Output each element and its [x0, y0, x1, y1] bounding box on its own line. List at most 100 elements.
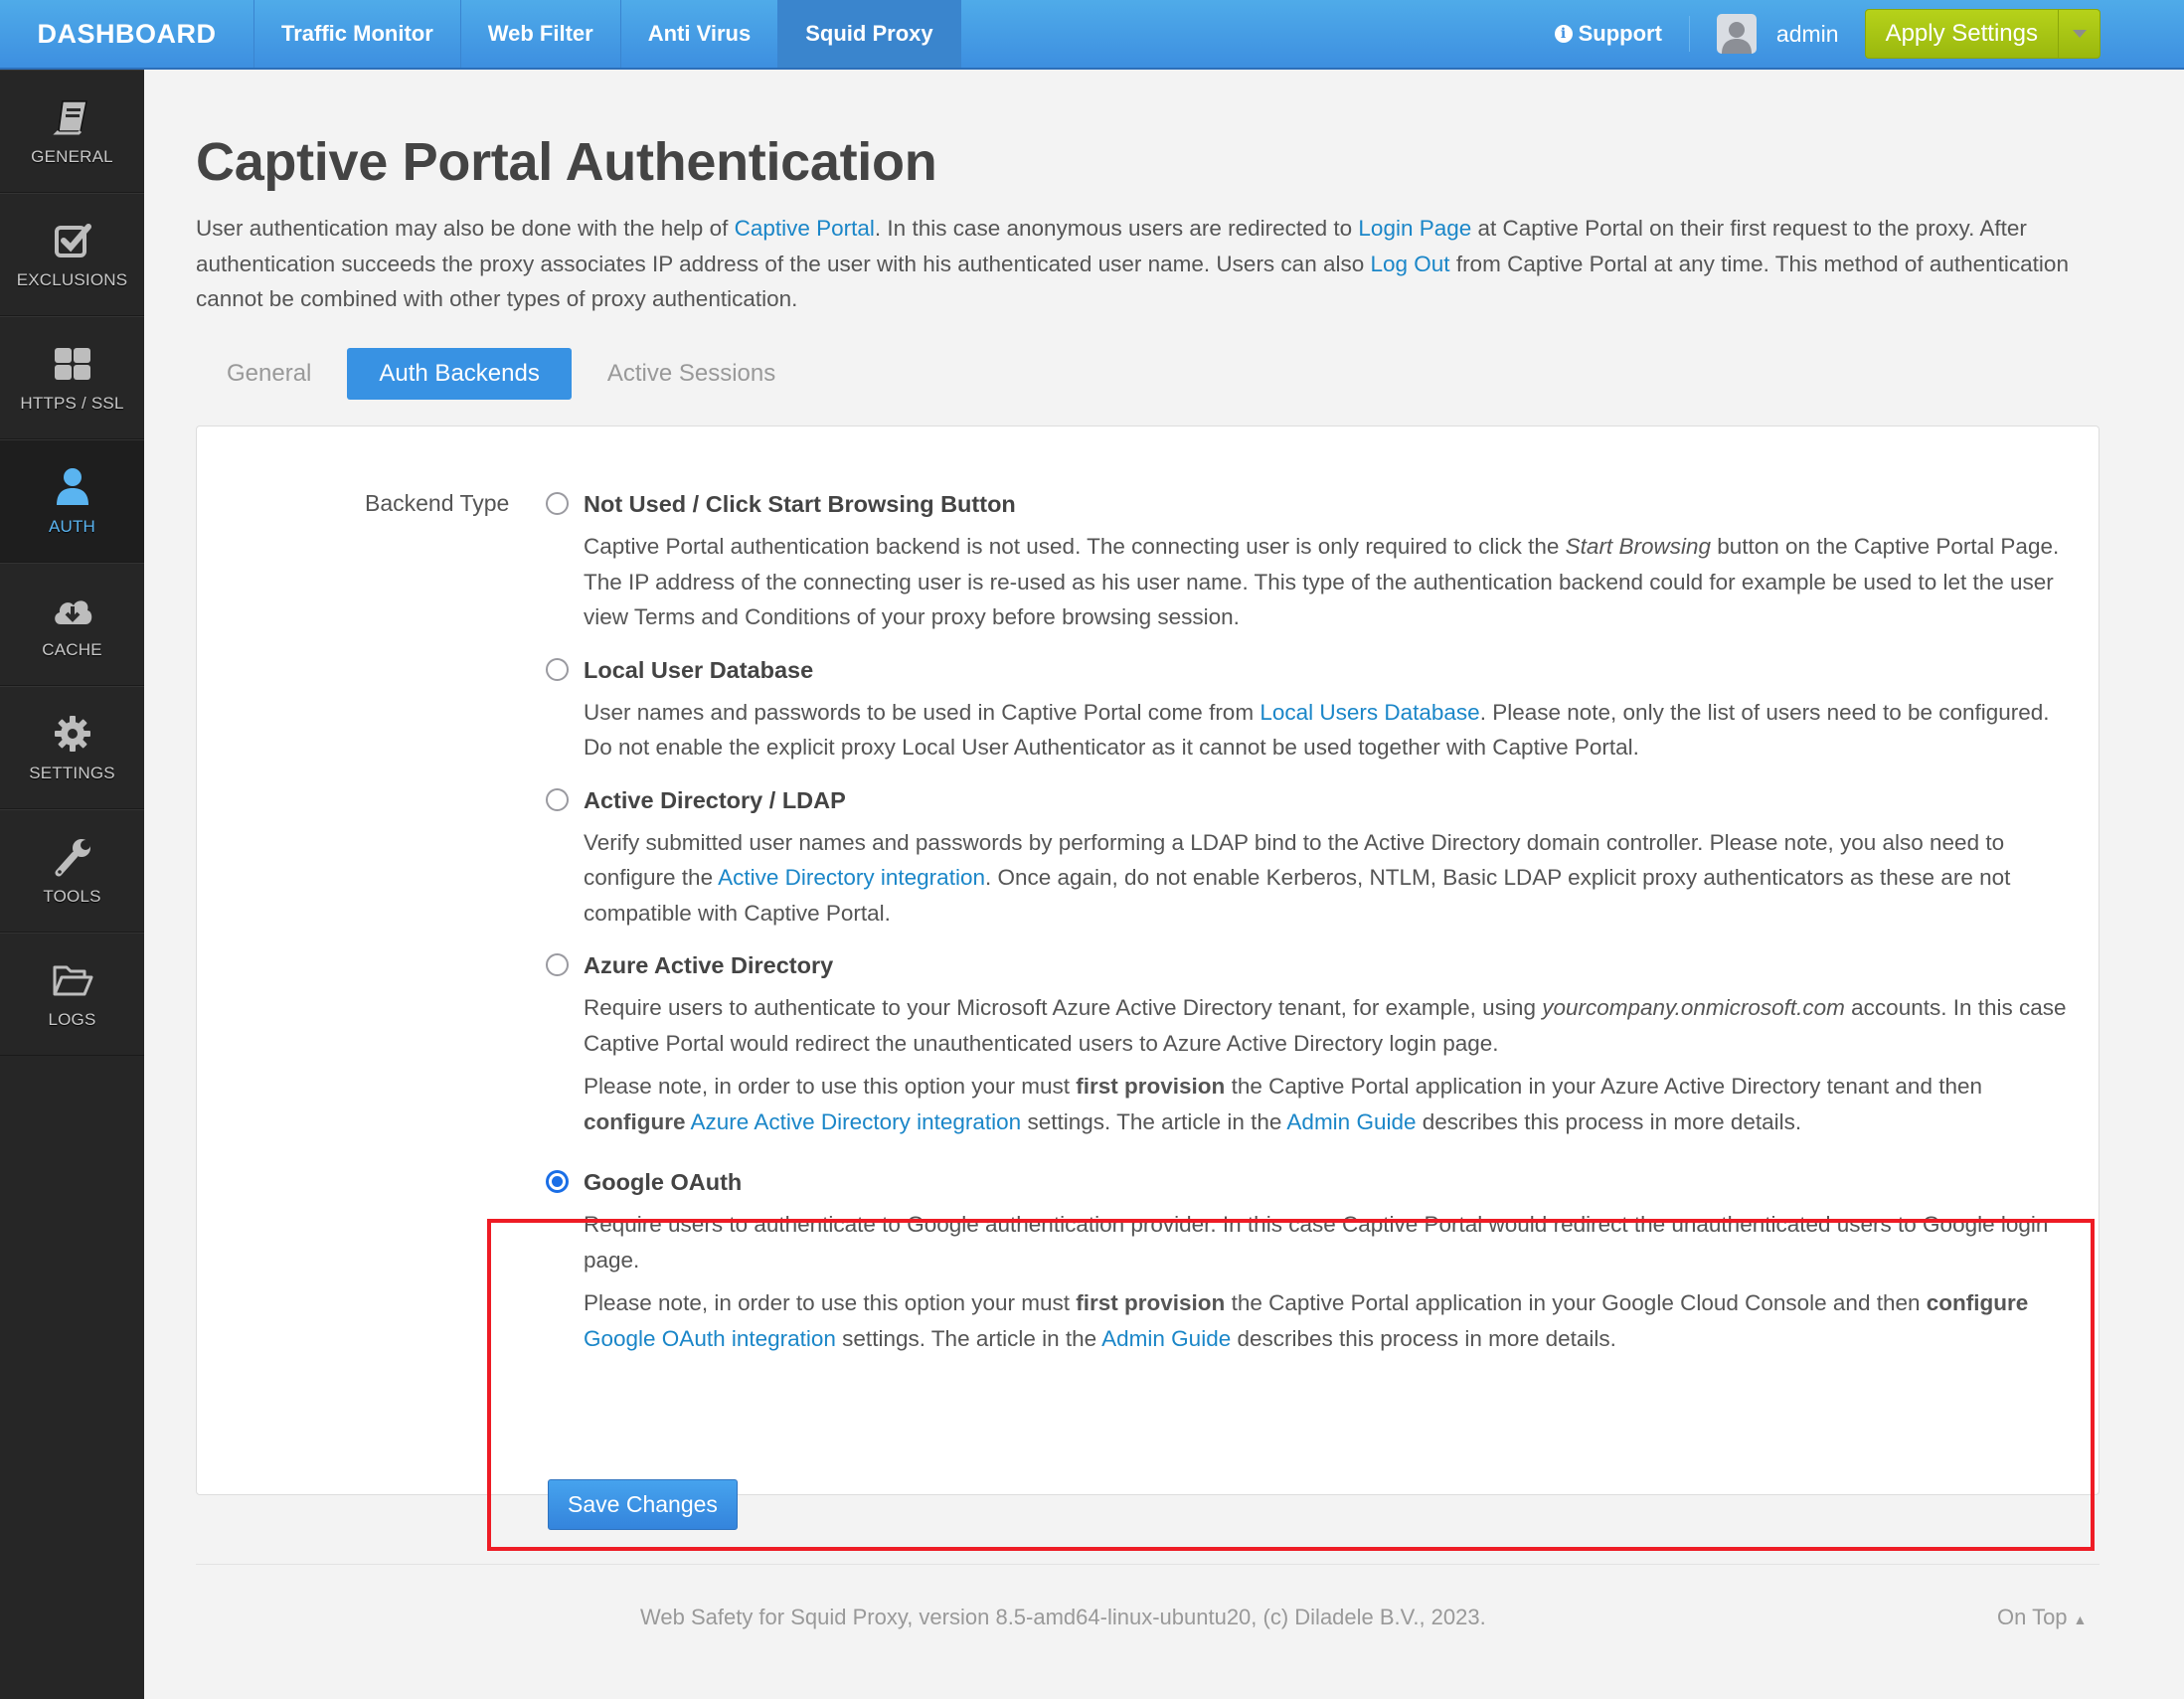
captive-portal-link[interactable]: Captive Portal — [735, 216, 875, 241]
radio-active-directory-ldap[interactable] — [546, 787, 569, 811]
option-description: Captive Portal authentication backend is… — [584, 529, 2072, 635]
user-icon — [56, 468, 88, 505]
option-azure-active-directory: Azure Active Directory Require users to … — [546, 948, 2072, 1139]
sidebar-label: GENERAL — [31, 147, 113, 166]
support-label: Support — [1578, 21, 1662, 46]
sidebar-label: AUTH — [48, 517, 96, 536]
top-right-area: i Support admin Apply Settings — [1554, 0, 2184, 68]
on-top-link[interactable]: On Top ▲ — [1997, 1605, 2087, 1630]
on-top-label: On Top — [1997, 1605, 2068, 1629]
sidebar-item-https-ssl[interactable]: HTTPS / SSL — [0, 316, 144, 439]
desc-part: Please note, in order to use this option… — [584, 1290, 1077, 1315]
option-title[interactable]: Local User Database — [584, 653, 2072, 687]
apply-settings-dropdown[interactable] — [2058, 10, 2100, 58]
sidebar-label: SETTINGS — [29, 764, 115, 782]
option-description: Verify submitted user names and password… — [584, 825, 2072, 932]
radio-google-oauth[interactable] — [546, 1170, 569, 1193]
sidebar-item-tools[interactable]: TOOLS — [0, 809, 144, 933]
nav-anti-virus[interactable]: Anti Virus — [621, 0, 779, 68]
intro-text-part: . In this case anonymous users are redir… — [874, 216, 1359, 241]
user-silhouette-icon — [1721, 22, 1752, 54]
sidebar-item-exclusions[interactable]: EXCLUSIONS — [0, 193, 144, 316]
support-link[interactable]: i Support — [1554, 21, 1662, 47]
option-not-used: Not Used / Click Start Browsing Button C… — [546, 487, 2072, 635]
auth-backends-card: Backend Type Not Used / Click Start Brow… — [196, 425, 2100, 1551]
tab-general[interactable]: General — [196, 348, 343, 400]
sidebar-label: TOOLS — [43, 887, 101, 906]
apply-settings-button[interactable]: Apply Settings — [1866, 10, 2058, 58]
chevron-up-icon: ▲ — [2073, 1612, 2088, 1627]
info-icon: i — [1554, 25, 1573, 43]
option-description: Require users to authenticate to your Mi… — [584, 990, 2072, 1061]
sidebar: GENERAL EXCLUSIONS HTTPS / SSL AUTH CACH… — [0, 70, 144, 1699]
option-title[interactable]: Active Directory / LDAP — [584, 783, 2072, 817]
checkbox-icon — [54, 224, 91, 257]
apply-settings-button-group: Apply Settings — [1864, 9, 2100, 59]
azure-ad-integration-link[interactable]: Azure Active Directory integration — [691, 1109, 1022, 1134]
desc-part: Captive Portal authentication backend is… — [584, 534, 1566, 559]
dashboard-brand[interactable]: DASHBOARD — [0, 0, 254, 68]
desc-part: settings. The article in the — [835, 1325, 1102, 1351]
sidebar-item-logs[interactable]: LOGS — [0, 933, 144, 1056]
grid-icon — [54, 348, 90, 380]
nav-traffic-monitor[interactable]: Traffic Monitor — [254, 0, 461, 68]
desc-bold: first provision — [1076, 1074, 1226, 1099]
sidebar-label: CACHE — [42, 640, 102, 659]
backend-type-label: Backend Type — [365, 490, 510, 516]
desc-part: Please note, in order to use this option… — [584, 1074, 1077, 1099]
google-oauth-integration-link[interactable]: Google OAuth integration — [584, 1326, 836, 1351]
sidebar-label: LOGS — [48, 1010, 96, 1029]
admin-guide-link[interactable]: Admin Guide — [1101, 1326, 1231, 1351]
active-directory-integration-link[interactable]: Active Directory integration — [718, 865, 985, 890]
backend-type-options: Not Used / Click Start Browsing Button C… — [546, 487, 2072, 1356]
desc-emphasis: yourcompany.onmicrosoft.com — [1542, 995, 1845, 1020]
folder-open-icon — [53, 965, 92, 996]
nav-web-filter[interactable]: Web Filter — [461, 0, 621, 68]
sidebar-item-auth[interactable]: AUTH — [0, 439, 144, 563]
desc-part: the Captive Portal application in your G… — [1225, 1290, 1927, 1315]
local-users-database-link[interactable]: Local Users Database — [1260, 700, 1479, 725]
desc-part: describes this process in more details. — [1416, 1108, 1802, 1134]
option-title[interactable]: Google OAuth — [584, 1165, 2072, 1199]
desc-bold: configure — [584, 1108, 686, 1134]
sidebar-item-general[interactable]: GENERAL — [0, 70, 144, 193]
tab-active-sessions[interactable]: Active Sessions — [576, 348, 807, 400]
desc-bold: configure — [1926, 1290, 2029, 1315]
divider — [1688, 16, 1690, 52]
sidebar-label: HTTPS / SSL — [20, 394, 124, 413]
option-note: Please note, in order to use this option… — [584, 1069, 2072, 1139]
caret-down-icon — [2072, 30, 2087, 38]
option-note: Please note, in order to use this option… — [584, 1285, 2072, 1356]
desc-part: settings. The article in the — [1021, 1108, 1287, 1134]
radio-local-user-database[interactable] — [546, 657, 569, 681]
desc-emphasis: Start Browsing — [1565, 534, 1711, 559]
cloud-download-icon — [54, 600, 91, 624]
desc-bold: first provision — [1076, 1290, 1226, 1315]
desc-part: the Captive Portal application in your A… — [1225, 1074, 1982, 1099]
login-page-link[interactable]: Login Page — [1358, 216, 1471, 241]
option-local-user-database: Local User Database User names and passw… — [546, 653, 2072, 765]
tab-auth-backends[interactable]: Auth Backends — [347, 348, 572, 400]
option-title[interactable]: Not Used / Click Start Browsing Button — [584, 487, 2072, 521]
sidebar-item-settings[interactable]: SETTINGS — [0, 686, 144, 809]
nav-squid-proxy[interactable]: Squid Proxy — [778, 0, 961, 68]
username[interactable]: admin — [1776, 21, 1839, 48]
desc-part: Require users to authenticate to your Mi… — [584, 995, 1543, 1020]
wrench-icon — [55, 839, 90, 877]
desc-part: User names and passwords to be used in C… — [584, 699, 1260, 725]
option-title[interactable]: Azure Active Directory — [584, 948, 2072, 982]
radio-not-used[interactable] — [546, 492, 569, 515]
intro-text: User authentication may also be done wit… — [196, 211, 2100, 317]
sidebar-item-cache[interactable]: CACHE — [0, 563, 144, 686]
option-active-directory-ldap: Active Directory / LDAP Verify submitted… — [546, 783, 2072, 932]
admin-guide-link[interactable]: Admin Guide — [1286, 1109, 1416, 1134]
option-description: User names and passwords to be used in C… — [584, 695, 2072, 765]
avatar[interactable] — [1716, 14, 1757, 54]
radio-azure-active-directory[interactable] — [546, 953, 569, 976]
option-description: Require users to authenticate to Google … — [584, 1212, 2049, 1273]
book-icon — [52, 100, 87, 135]
log-out-link[interactable]: Log Out — [1371, 252, 1450, 276]
top-navbar: DASHBOARD Traffic Monitor Web Filter Ant… — [0, 0, 2184, 70]
footer-divider — [196, 1564, 2100, 1565]
save-changes-button[interactable]: Save Changes — [548, 1479, 738, 1530]
